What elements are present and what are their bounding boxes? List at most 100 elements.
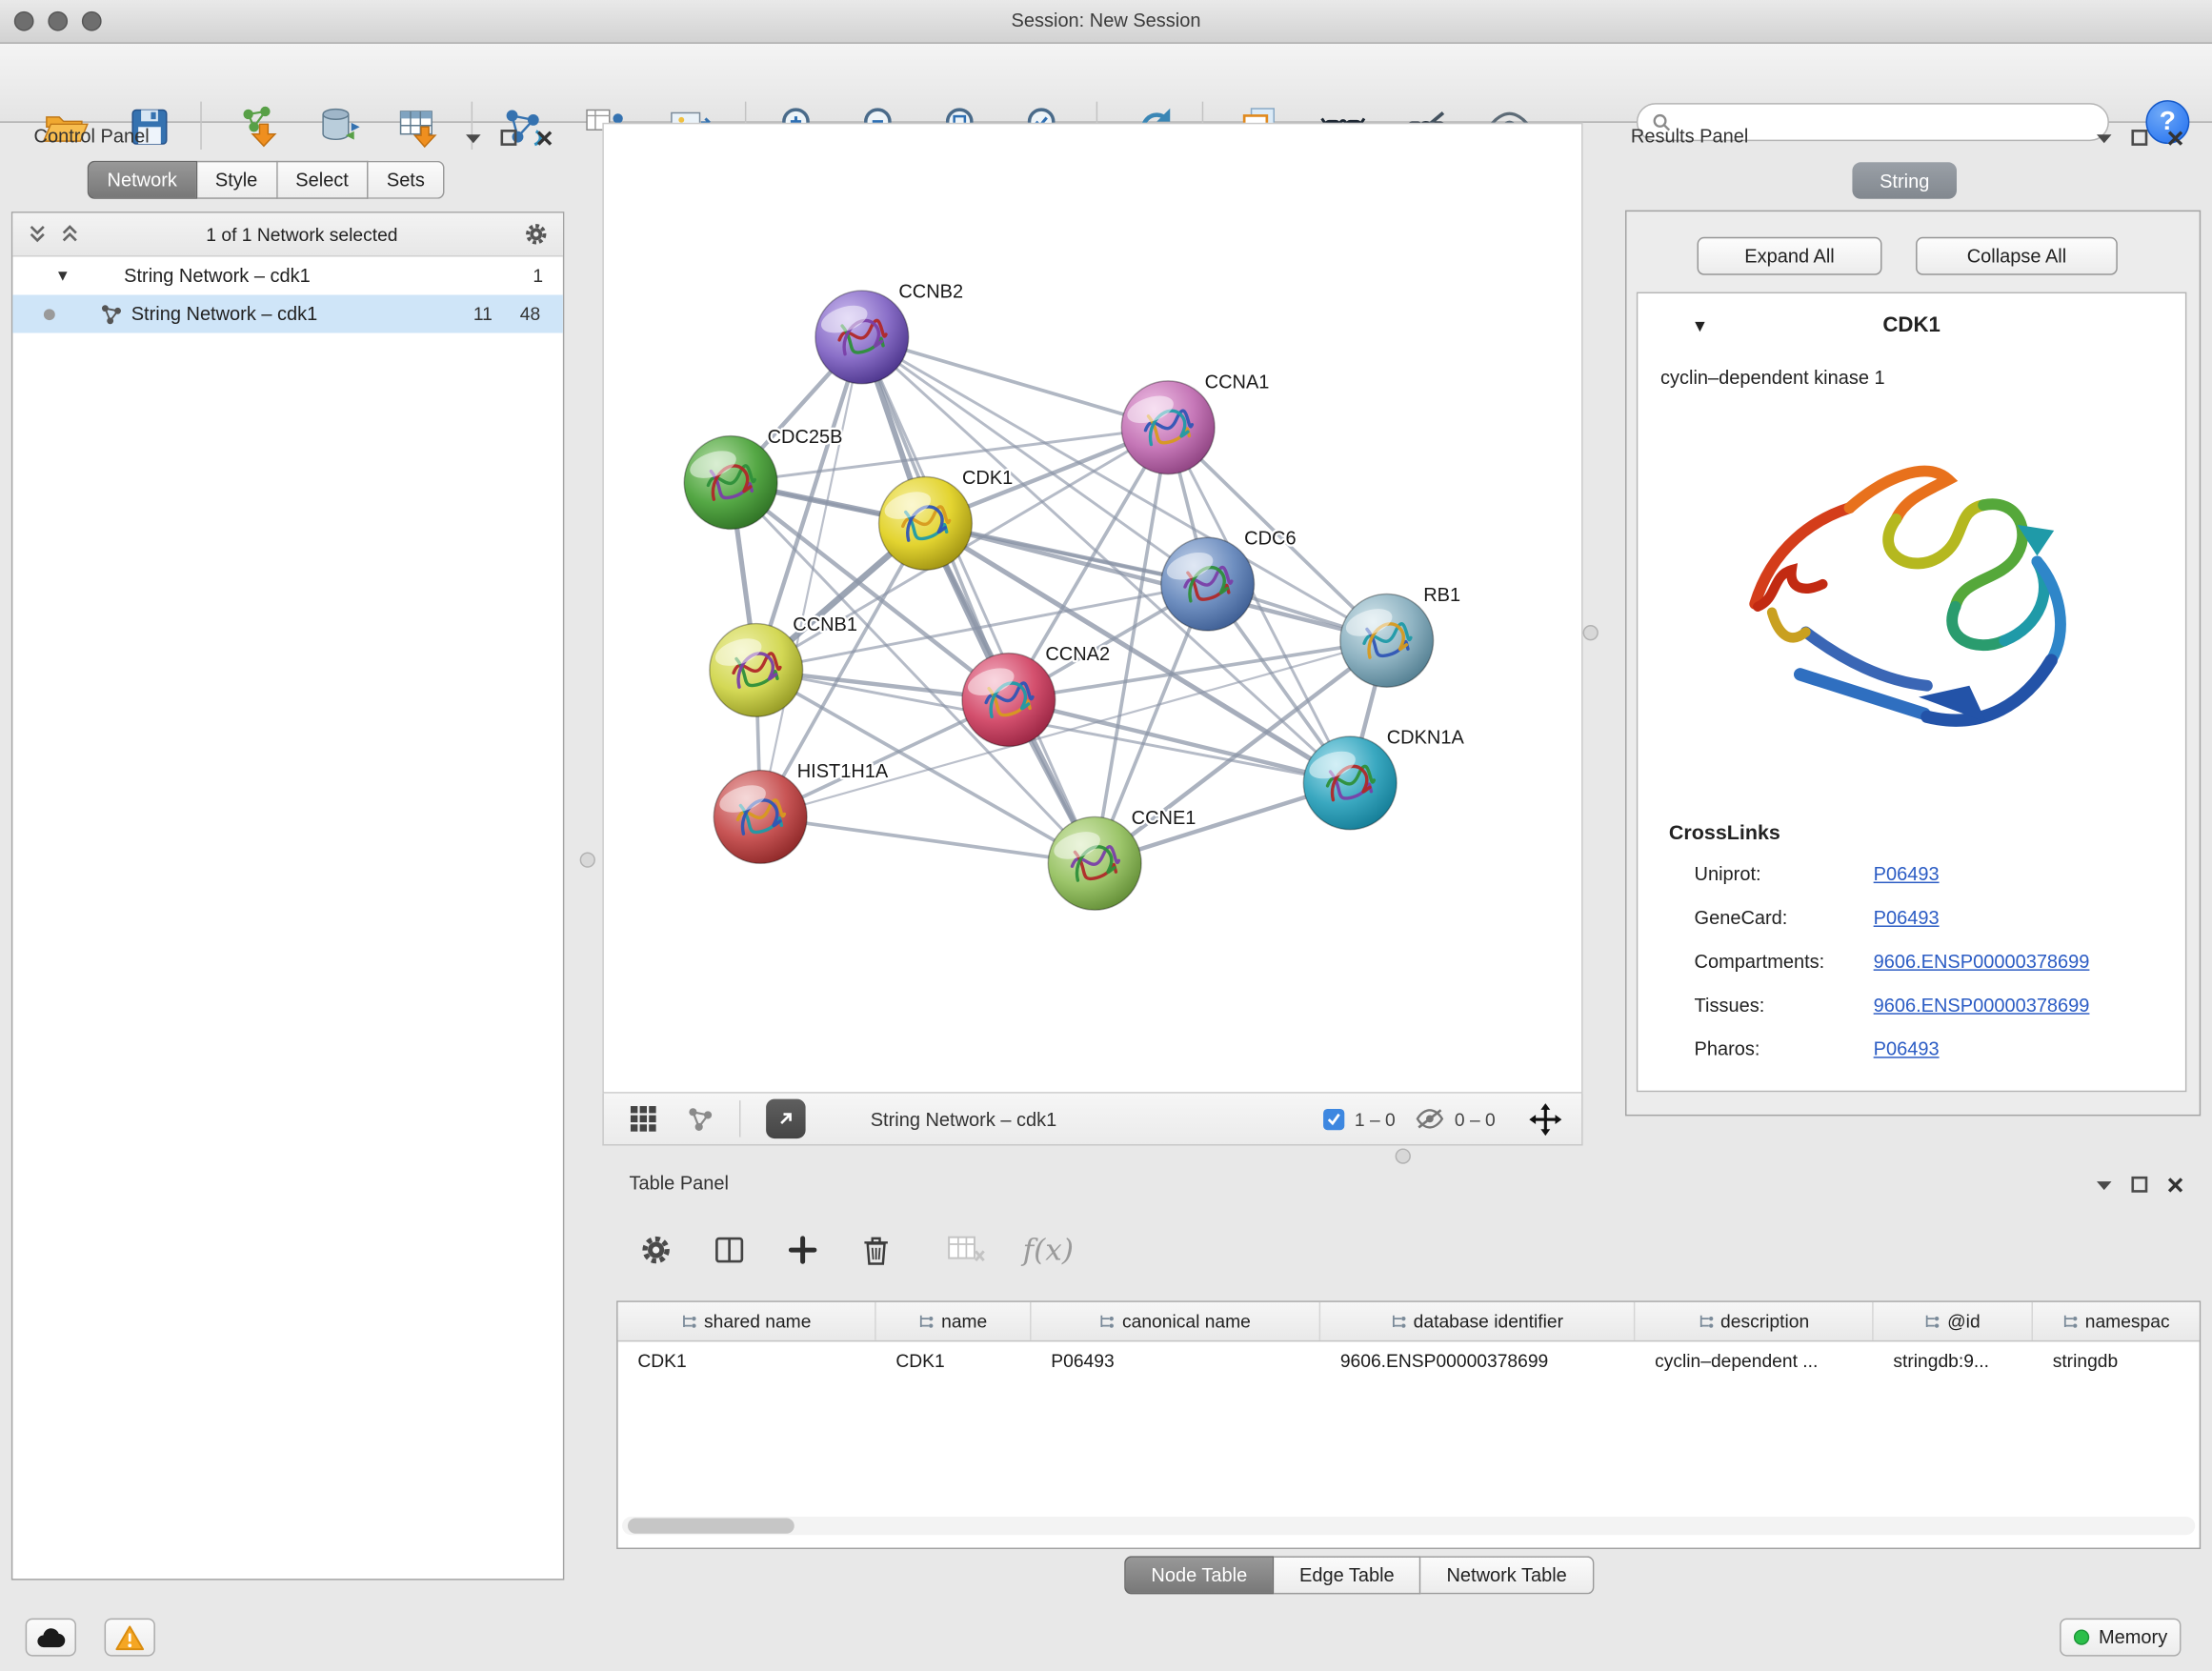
column-header-id[interactable]: @id xyxy=(1874,1302,2033,1340)
cell-description[interactable]: cyclin–dependent ... xyxy=(1635,1349,1873,1370)
network-edge-CCNB2-HIST1H1A[interactable] xyxy=(760,337,862,817)
crosslink-label: Tissues: xyxy=(1695,995,1765,1016)
panel-close-icon[interactable] xyxy=(534,129,554,149)
crosslink-genecard-link[interactable]: P06493 xyxy=(1874,907,1940,928)
tree-expand-arrow-icon[interactable]: ▼ xyxy=(55,268,70,285)
node-table: shared name name canonical name database… xyxy=(616,1300,2201,1549)
network-collection-row[interactable]: ▼ String Network – cdk1 1 xyxy=(12,257,563,295)
network-node-HIST1H1A[interactable]: HIST1H1A xyxy=(714,761,889,863)
import-network-database-button[interactable] xyxy=(308,99,370,155)
tab-select[interactable]: Select xyxy=(277,161,369,199)
vertical-splitter-handle[interactable] xyxy=(580,852,595,867)
column-header-shared-name[interactable]: shared name xyxy=(618,1302,876,1340)
tab-network[interactable]: Network xyxy=(88,161,197,199)
network-row-selected[interactable]: String Network – cdk1 11 48 xyxy=(12,295,563,333)
cloud-button[interactable] xyxy=(26,1619,76,1657)
column-label: @id xyxy=(1947,1311,1981,1332)
column-header-namespace[interactable]: namespac xyxy=(2033,1302,2200,1340)
delete-table-button-disabled[interactable] xyxy=(935,1221,997,1278)
panel-collapse-icon[interactable] xyxy=(2094,1176,2115,1196)
expand-all-chevron-icon[interactable] xyxy=(27,223,48,246)
panel-float-icon[interactable] xyxy=(499,129,519,149)
tab-sets[interactable]: Sets xyxy=(369,161,445,199)
function-builder-button[interactable]: f(x) xyxy=(1023,1233,1074,1267)
selected-checkbox-icon[interactable] xyxy=(1323,1108,1344,1129)
network-node-CDKN1A[interactable]: CDKN1A xyxy=(1303,727,1464,829)
column-type-icon xyxy=(1099,1314,1115,1329)
show-columns-button[interactable] xyxy=(701,1221,757,1278)
network-node-CCNB1[interactable]: CCNB1 xyxy=(710,614,857,716)
network-node-CCNA1[interactable]: CCNA1 xyxy=(1121,372,1269,473)
add-column-button[interactable] xyxy=(774,1221,831,1278)
panel-close-icon[interactable] xyxy=(2165,129,2185,149)
cell-canonical-name[interactable]: P06493 xyxy=(1032,1349,1321,1370)
network-edge-CCNB2-CCNE1[interactable] xyxy=(862,337,1095,863)
tab-network-table[interactable]: Network Table xyxy=(1421,1556,1594,1594)
gear-icon[interactable] xyxy=(523,222,549,248)
string-results-panel: Expand All Collapse All ▼ CDK1 cyclin–de… xyxy=(1625,211,2201,1117)
network-canvas[interactable]: CCNB2CCNA1CDC25BCDK1CDC6RB1CCNB1CCNA2CDK… xyxy=(602,123,1582,1094)
network-node-CCNB2[interactable]: CCNB2 xyxy=(815,281,963,383)
warnings-button[interactable] xyxy=(105,1619,155,1657)
tab-node-table[interactable]: Node Table xyxy=(1124,1556,1274,1594)
cell-shared-name[interactable]: CDK1 xyxy=(618,1349,876,1370)
import-network-file-button[interactable] xyxy=(227,99,289,155)
panel-float-icon[interactable] xyxy=(2130,129,2150,149)
panel-float-icon[interactable] xyxy=(2130,1176,2150,1196)
table-settings-button[interactable] xyxy=(628,1221,684,1278)
network-glyph-icon[interactable] xyxy=(687,1105,714,1132)
network-edge-CDK1-RB1[interactable] xyxy=(925,523,1386,640)
crosslinks-heading: CrossLinks xyxy=(1669,822,1780,845)
network-node-CDC6[interactable]: CDC6 xyxy=(1161,529,1297,631)
application-window: Session: New Session xyxy=(0,0,2212,1671)
crosslink-uniprot-link[interactable]: P06493 xyxy=(1874,863,1940,884)
crosslink-pharos-link[interactable]: P06493 xyxy=(1874,1038,1940,1059)
cell-id[interactable]: stringdb:9... xyxy=(1874,1349,2033,1370)
network-selected-count: 1 of 1 Network selected xyxy=(80,224,523,245)
network-node-CCNA2[interactable]: CCNA2 xyxy=(962,644,1110,746)
tab-style[interactable]: Style xyxy=(197,161,277,199)
horizontal-scrollbar xyxy=(622,1517,2195,1535)
network-node-label: CDK1 xyxy=(962,468,1013,489)
import-table-button[interactable] xyxy=(388,99,450,155)
tab-edge-table[interactable]: Edge Table xyxy=(1274,1556,1420,1594)
network-node-label: CCNE1 xyxy=(1132,808,1196,829)
network-edge-RB1-HIST1H1A[interactable] xyxy=(760,640,1387,816)
cell-name[interactable]: CDK1 xyxy=(876,1349,1032,1370)
panel-collapse-icon[interactable] xyxy=(2094,129,2115,149)
hidden-eye-slash-icon[interactable] xyxy=(1415,1108,1444,1131)
column-label: name xyxy=(941,1311,987,1332)
scrollbar-thumb[interactable] xyxy=(628,1518,794,1533)
column-header-name[interactable]: name xyxy=(876,1302,1032,1340)
cell-namespace[interactable]: stringdb xyxy=(2033,1349,2200,1370)
expand-all-button[interactable]: Expand All xyxy=(1698,237,1882,275)
memory-button[interactable]: Memory xyxy=(2060,1619,2181,1657)
network-edge-HIST1H1A-CCNE1[interactable] xyxy=(760,816,1095,863)
network-edge-CCNB2-CCNA1[interactable] xyxy=(862,337,1168,428)
network-graph[interactable]: CCNB2CCNA1CDC25BCDK1CDC6RB1CCNB1CCNA2CDK… xyxy=(604,124,1581,1092)
column-header-description[interactable]: description xyxy=(1635,1302,1873,1340)
crosslink-tissues-link[interactable]: 9606.ENSP00000378699 xyxy=(1874,995,2090,1016)
vertical-splitter-handle[interactable] xyxy=(1583,625,1599,640)
cell-database-identifier[interactable]: 9606.ENSP00000378699 xyxy=(1320,1349,1635,1370)
network-node-CCNE1[interactable]: CCNE1 xyxy=(1048,808,1196,910)
control-panel-window-controls xyxy=(463,129,554,149)
birds-eye-grid-icon[interactable] xyxy=(629,1105,657,1134)
collection-count: 1 xyxy=(533,265,543,286)
column-header-database-identifier[interactable]: database identifier xyxy=(1320,1302,1635,1340)
network-node-RB1[interactable]: RB1 xyxy=(1340,585,1460,687)
crosslink-compartments-link[interactable]: 9606.ENSP00000378699 xyxy=(1874,951,2090,972)
tab-string[interactable]: String xyxy=(1852,162,1957,199)
gene-description: cyclin–dependent kinase 1 xyxy=(1660,367,1885,388)
pan-crosshair-icon[interactable] xyxy=(1529,1102,1561,1135)
export-view-button[interactable] xyxy=(766,1099,805,1138)
collapse-all-chevron-icon[interactable] xyxy=(59,223,80,246)
horizontal-splitter-handle[interactable] xyxy=(1396,1148,1411,1163)
collapse-all-button[interactable]: Collapse All xyxy=(1916,237,2118,275)
panel-collapse-icon[interactable] xyxy=(463,129,484,149)
network-node-CDK1[interactable]: CDK1 xyxy=(879,468,1014,570)
table-row[interactable]: CDK1 CDK1 P06493 9606.ENSP00000378699 cy… xyxy=(618,1341,2200,1379)
delete-column-button[interactable] xyxy=(848,1221,904,1278)
panel-close-icon[interactable] xyxy=(2165,1176,2185,1196)
column-header-canonical-name[interactable]: canonical name xyxy=(1032,1302,1321,1340)
